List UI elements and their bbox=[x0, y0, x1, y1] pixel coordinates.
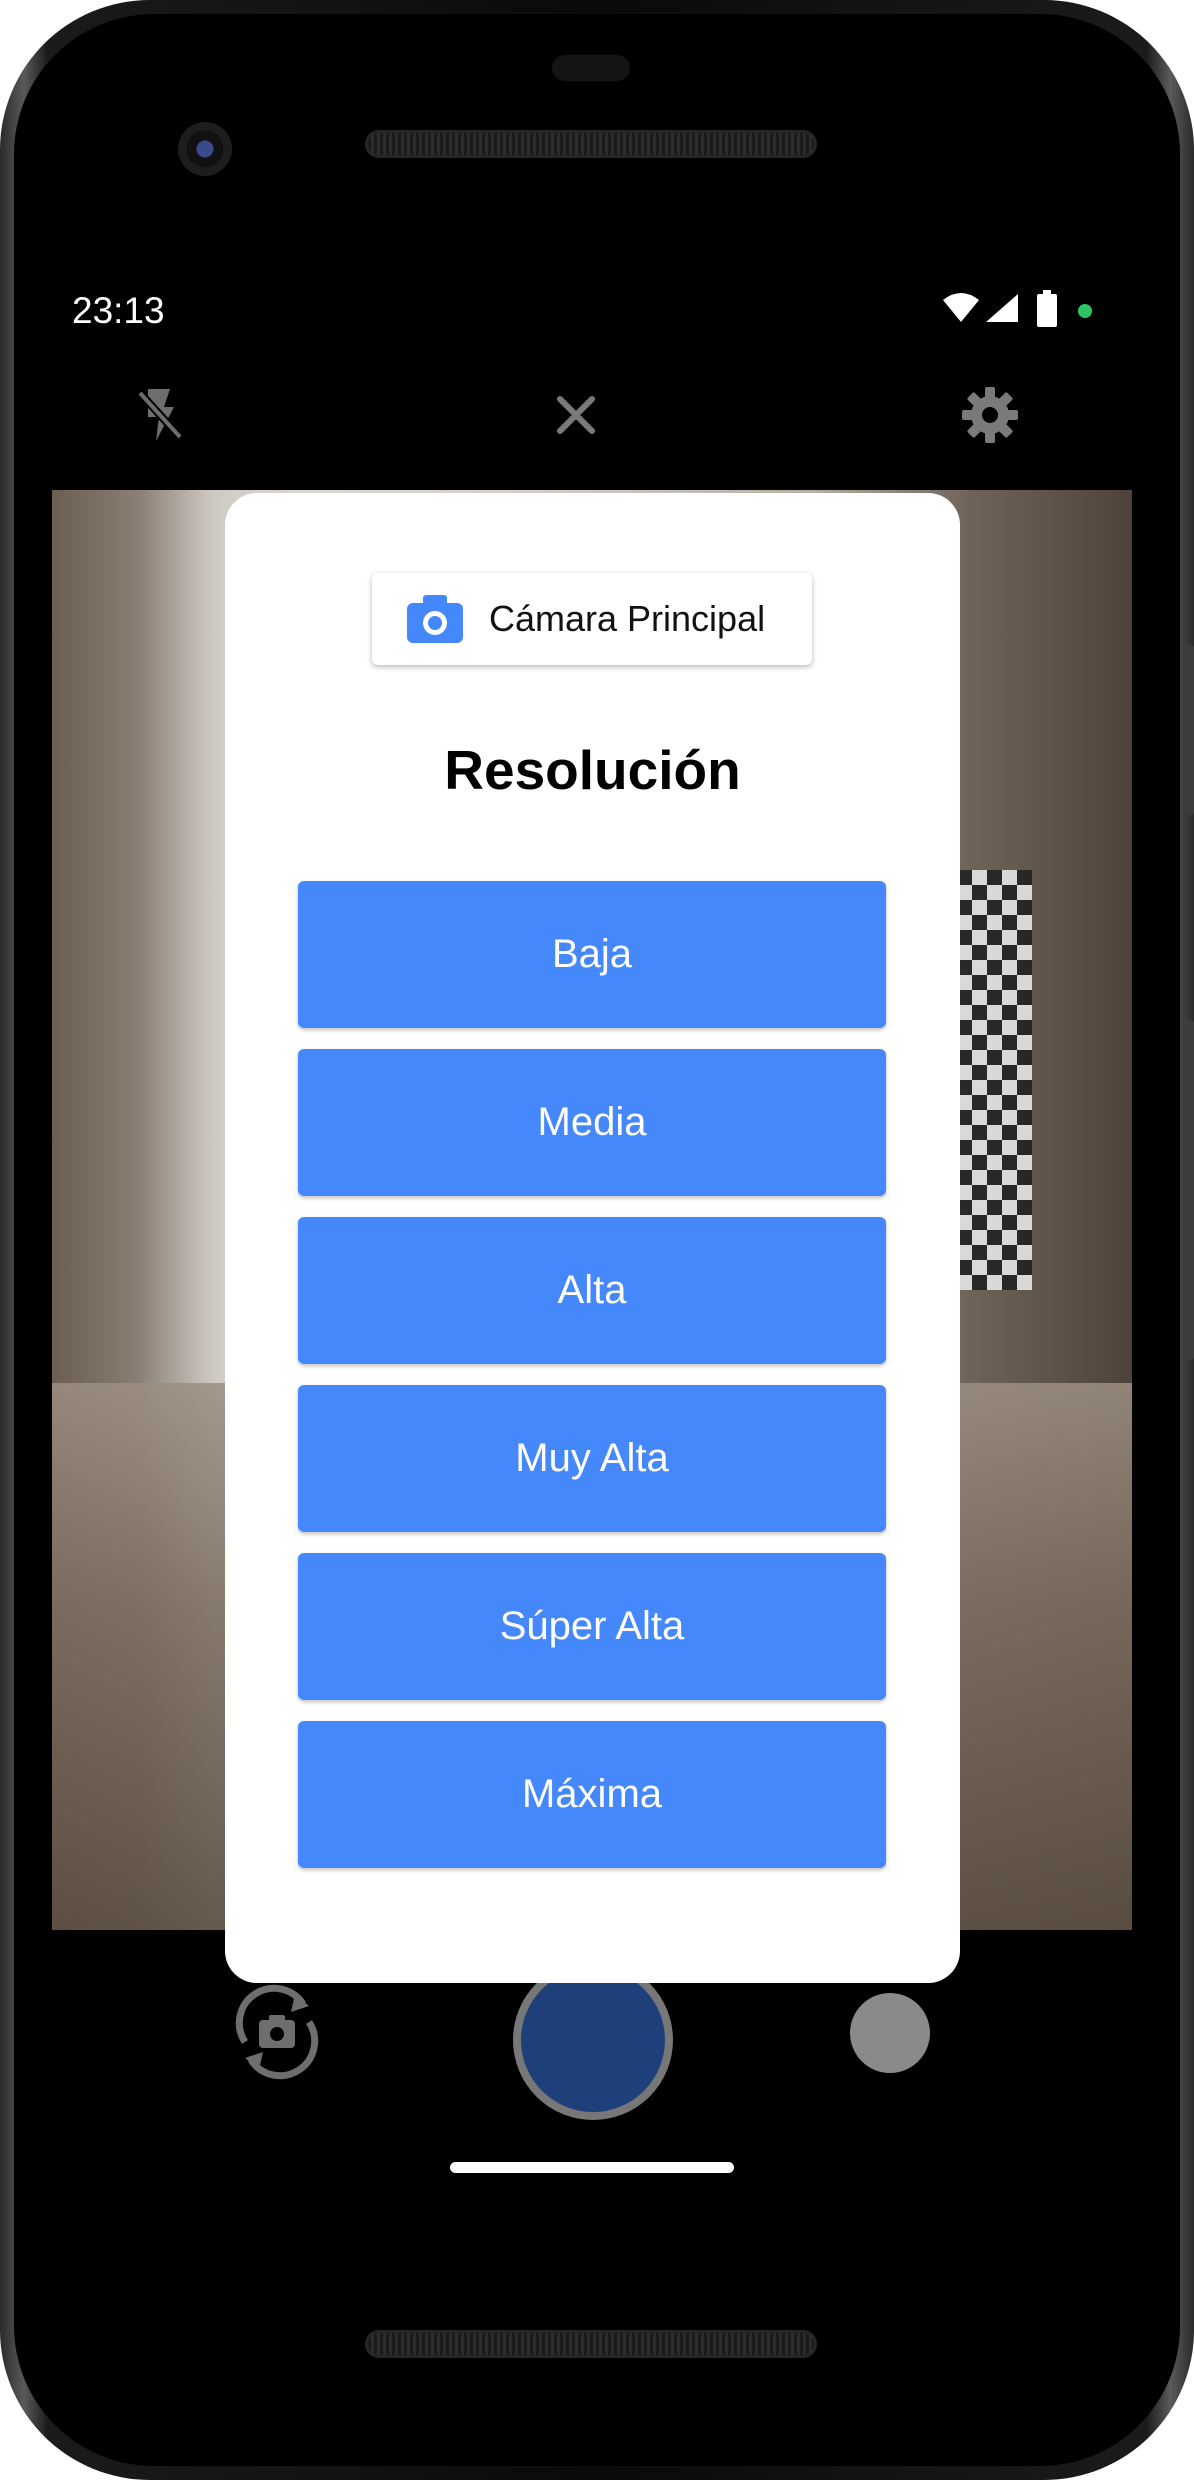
flash-off-icon[interactable] bbox=[130, 385, 190, 445]
signal-icon bbox=[986, 294, 1018, 322]
power-button bbox=[1184, 645, 1194, 815]
dialog-title: Resolución bbox=[444, 739, 741, 801]
earpiece-sensor bbox=[552, 55, 630, 81]
status-time: 23:13 bbox=[72, 290, 165, 331]
resolution-option-maxima[interactable]: Máxima bbox=[298, 1721, 886, 1868]
resolution-option-alta[interactable]: Alta bbox=[298, 1217, 886, 1364]
phone-frame: 23:13 Cámara Principal Resolución Baja M… bbox=[0, 0, 1194, 2480]
home-indicator[interactable] bbox=[450, 2162, 734, 2173]
camera-selector-label: Cámara Principal bbox=[489, 598, 766, 639]
resolution-option-super-alta[interactable]: Súper Alta bbox=[298, 1553, 886, 1700]
notification-dot bbox=[1078, 304, 1092, 318]
status-icons bbox=[942, 290, 1102, 330]
switch-camera-icon[interactable] bbox=[225, 1980, 329, 2084]
shutter-button[interactable] bbox=[513, 1960, 673, 2120]
bottom-speaker-grille bbox=[365, 2330, 817, 2358]
close-icon[interactable] bbox=[546, 385, 606, 445]
camera-selector-button[interactable]: Cámara Principal bbox=[372, 573, 812, 665]
camera-icon bbox=[407, 595, 463, 643]
resolution-option-baja[interactable]: Baja bbox=[298, 881, 886, 1028]
resolution-options: Baja Media Alta Muy Alta Súper Alta Máxi… bbox=[298, 881, 886, 1889]
resolution-option-media[interactable]: Media bbox=[298, 1049, 886, 1196]
wifi-icon bbox=[943, 293, 979, 322]
gallery-thumbnail[interactable] bbox=[850, 1993, 930, 2073]
resolution-dialog: Cámara Principal Resolución Baja Media A… bbox=[225, 493, 960, 1983]
top-speaker-grille bbox=[365, 130, 817, 158]
front-camera-lens bbox=[178, 122, 232, 176]
battery-icon bbox=[1037, 290, 1057, 327]
resolution-option-muy-alta[interactable]: Muy Alta bbox=[298, 1385, 886, 1532]
volume-button bbox=[1184, 1020, 1194, 1360]
gear-icon[interactable] bbox=[960, 385, 1020, 445]
